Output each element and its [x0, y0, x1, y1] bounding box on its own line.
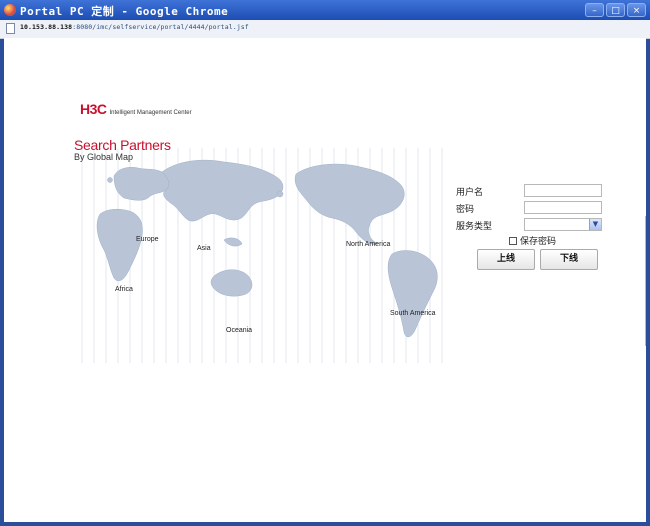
map-north-america — [294, 163, 405, 245]
edge-accent — [645, 216, 646, 346]
map-asia — [161, 159, 284, 222]
window-controls: – □ × — [585, 3, 646, 17]
url-host: 10.153.88.138 — [20, 23, 73, 31]
map-uk — [107, 177, 113, 183]
remember-password-checkbox[interactable] — [509, 236, 517, 245]
map-indonesia — [223, 237, 243, 247]
service-type-label: 服务类型 — [456, 222, 493, 232]
logo-tagline: Intelligent Management Center — [109, 110, 192, 116]
url-path: :8080/imc/selfservice/portal/4444/portal… — [72, 23, 249, 31]
page-icon — [6, 23, 15, 34]
minimize-button[interactable]: – — [585, 3, 604, 17]
map-japan — [276, 190, 284, 198]
password-input[interactable] — [524, 201, 602, 214]
remember-password-label: 保存密码 — [520, 237, 557, 247]
username-input[interactable] — [524, 184, 602, 197]
browser-window: Portal PC 定制 - Google Chrome – □ × 10.15… — [0, 0, 650, 526]
search-partners-title: Search Partners — [74, 137, 171, 153]
url-text[interactable]: 10.153.88.138:8080/imc/selfservice/porta… — [20, 23, 249, 31]
online-button[interactable]: 上线 — [477, 249, 535, 270]
password-label: 密码 — [456, 205, 475, 215]
chrome-icon — [4, 4, 16, 16]
search-partners-subtitle: By Global Map — [74, 152, 134, 162]
h3c-logo: H3C Intelligent Management Center — [80, 101, 192, 117]
map-label-africa: Africa — [115, 286, 133, 293]
map-label-south-america: South America — [390, 310, 436, 317]
map-label-europe: Europe — [136, 236, 159, 243]
service-type-select[interactable]: ▼ — [524, 218, 602, 231]
chevron-down-icon: ▼ — [589, 219, 601, 230]
address-bar[interactable]: 10.153.88.138:8080/imc/selfservice/porta… — [0, 20, 650, 39]
offline-button[interactable]: 下线 — [540, 249, 598, 270]
map-label-north-america: North America — [346, 241, 390, 248]
map-africa — [96, 209, 143, 282]
maximize-button[interactable]: □ — [606, 3, 625, 17]
world-map: Europe Asia North America Africa South A… — [81, 148, 443, 363]
logo-mark: H3C — [80, 101, 107, 117]
close-button[interactable]: × — [627, 3, 646, 17]
window-title: Portal PC 定制 - Google Chrome — [20, 5, 229, 18]
title-bar: Portal PC 定制 - Google Chrome – □ × — [0, 0, 650, 20]
page-content: H3C Intelligent Management Center Europe… — [4, 38, 646, 522]
username-label: 用户名 — [456, 188, 484, 198]
remember-password[interactable]: 保存密码 — [509, 234, 556, 247]
map-europe — [113, 167, 170, 201]
map-oceania — [210, 269, 253, 297]
map-label-oceania: Oceania — [226, 327, 252, 334]
map-label-asia: Asia — [197, 245, 211, 252]
